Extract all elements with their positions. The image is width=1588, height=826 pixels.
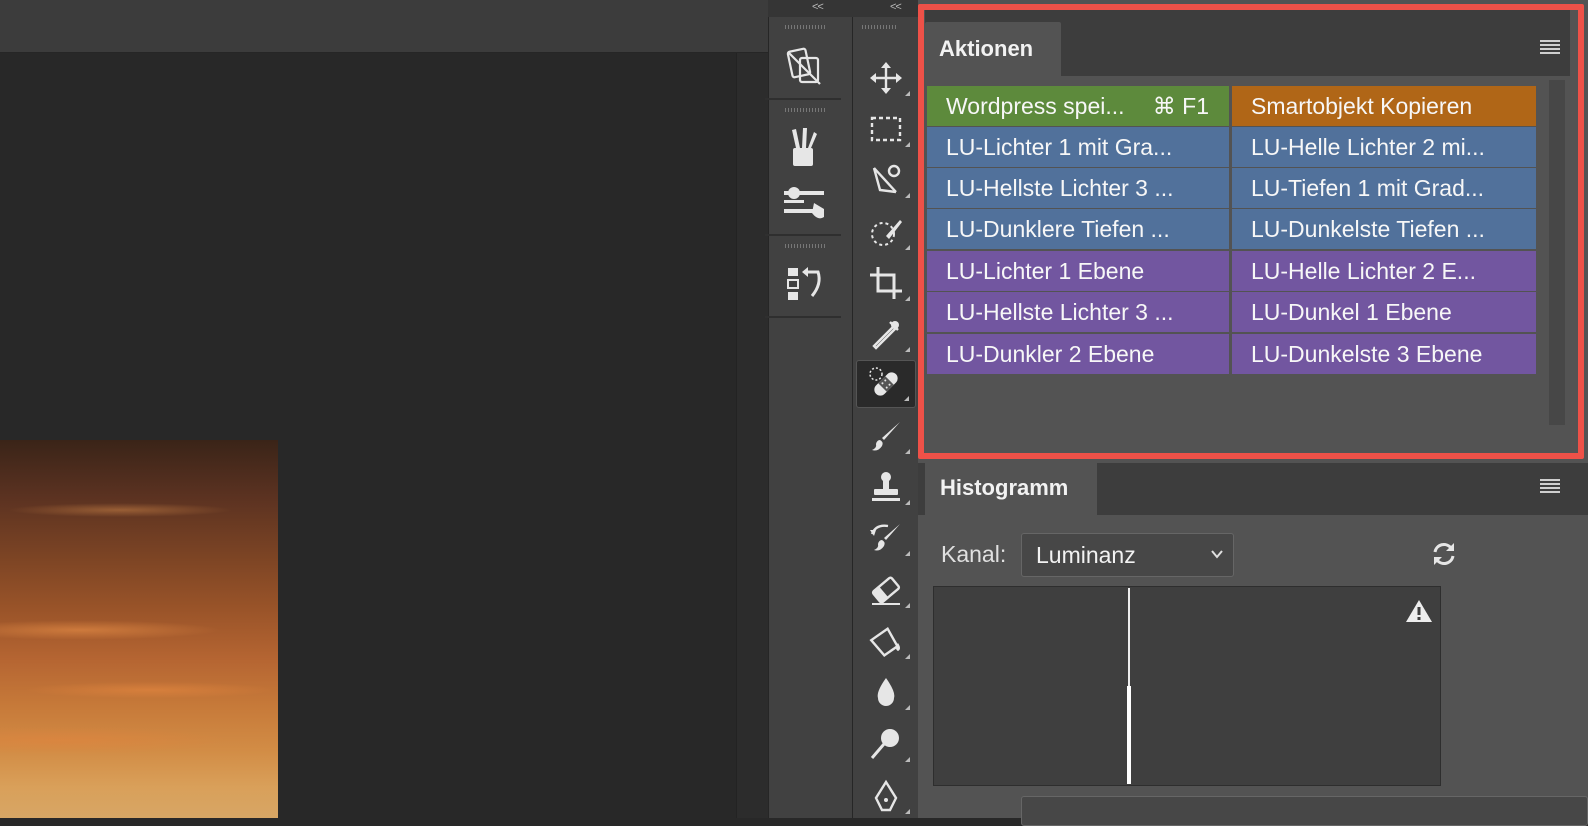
collapse-panels-button[interactable]: << — [812, 1, 824, 13]
blur-tool[interactable] — [856, 668, 916, 716]
clone-stamp-icon — [872, 472, 900, 501]
pen-tool[interactable] — [856, 772, 916, 820]
panel-grip[interactable] — [785, 25, 825, 29]
channel-label: Kanal: — [941, 541, 1007, 567]
pen-icon — [874, 779, 898, 812]
tools-grip[interactable] — [862, 25, 898, 29]
chevron-down-icon — [1209, 546, 1225, 562]
paint-bucket-tool[interactable] — [856, 617, 916, 665]
dodge-icon — [870, 729, 899, 759]
crop-icon — [870, 267, 902, 299]
lasso-tool[interactable] — [856, 156, 916, 204]
quick-selection-icon — [871, 220, 902, 246]
vertical-scrollbar[interactable] — [736, 53, 768, 818]
dodge-tool[interactable] — [856, 720, 916, 768]
eraser-icon — [871, 576, 901, 605]
tab-histogram[interactable]: Histogramm — [925, 463, 1097, 515]
history-icon[interactable] — [782, 262, 826, 306]
marquee-tool[interactable] — [856, 105, 916, 153]
panel-dock-header — [768, 0, 852, 17]
histogram-panel-title: Histogramm — [940, 475, 1069, 500]
refresh-icon[interactable] — [1430, 540, 1458, 568]
paint-bucket-icon — [869, 626, 900, 658]
panel-grip[interactable] — [785, 108, 825, 112]
eyedropper-icon — [872, 321, 899, 350]
healing-brush-tool[interactable] — [856, 360, 916, 408]
warning-icon[interactable] — [1405, 598, 1433, 624]
dock-divider — [765, 98, 841, 100]
eyedropper-tool[interactable] — [856, 310, 916, 358]
tools-panel-header — [852, 0, 918, 17]
artboard-icon[interactable] — [780, 42, 828, 90]
dock-divider — [765, 234, 841, 236]
blur-icon — [877, 678, 895, 706]
quick-selection-tool[interactable] — [856, 208, 916, 256]
adjustments-icon[interactable] — [780, 183, 828, 223]
clone-stamp-tool[interactable] — [856, 463, 916, 511]
histogram-bar — [1127, 686, 1131, 784]
marquee-icon — [870, 116, 902, 142]
channel-select-value: Luminanz — [1036, 542, 1136, 568]
panel-dock — [768, 0, 852, 818]
highlight-box — [918, 4, 1584, 459]
panel-menu-icon[interactable] — [1540, 479, 1560, 493]
panel-grip[interactable] — [785, 244, 825, 248]
histogram-graph — [933, 586, 1441, 786]
document-tab-bar — [0, 0, 768, 53]
brush-icon — [872, 422, 900, 451]
eraser-tool[interactable] — [856, 566, 916, 614]
document-image[interactable] — [0, 440, 278, 818]
history-brush-tool[interactable] — [856, 514, 916, 562]
dock-divider — [765, 316, 841, 318]
lasso-icon — [872, 164, 901, 194]
healing-brush-icon — [869, 367, 898, 396]
collapse-tools-button[interactable]: << — [890, 1, 902, 13]
brush-presets-icon[interactable] — [782, 124, 826, 170]
move-tool[interactable] — [856, 54, 916, 102]
histogram-source-select[interactable] — [1021, 796, 1588, 826]
crop-tool[interactable] — [856, 259, 916, 307]
move-icon — [870, 62, 902, 94]
history-brush-icon — [870, 524, 900, 551]
brush-tool[interactable] — [856, 412, 916, 460]
